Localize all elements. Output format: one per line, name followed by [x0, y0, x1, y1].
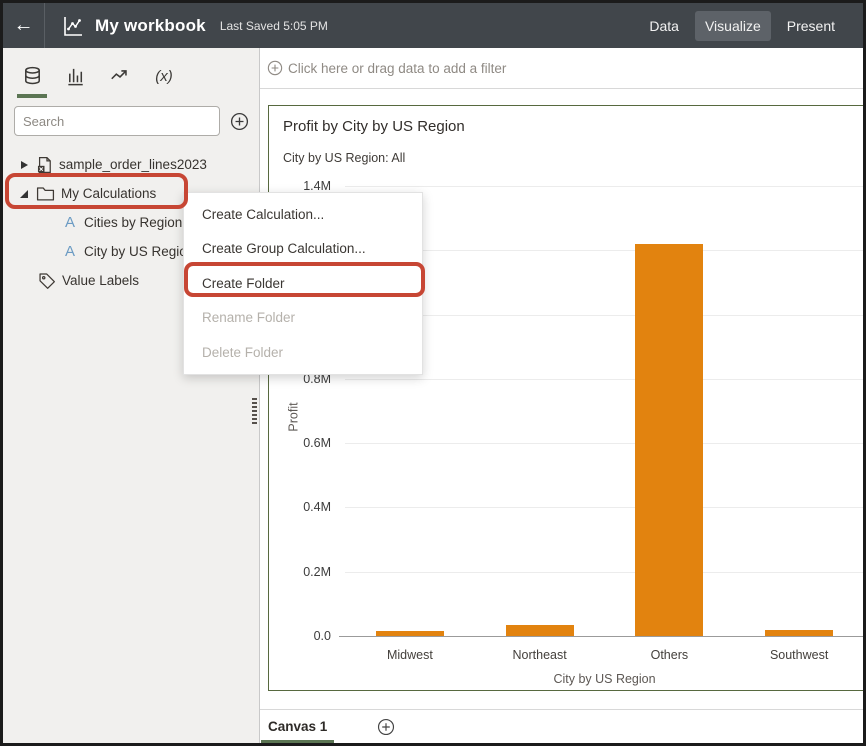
x-axis-tick-label: Midwest — [386, 648, 433, 662]
menu-create-calculation[interactable]: Create Calculation... — [184, 197, 422, 232]
gridline — [345, 443, 863, 445]
x-axis-tick-label: Southwest — [769, 648, 829, 662]
text-attribute-icon: A — [64, 243, 75, 260]
tree-item-label: My Calculations — [61, 186, 157, 201]
y-axis-tick-label: 1.4M — [303, 179, 331, 193]
tag-icon — [38, 272, 56, 290]
add-data-button[interactable] — [230, 112, 249, 131]
x-axis-tick-label: Others — [650, 648, 689, 662]
bar-others[interactable] — [635, 243, 704, 636]
last-saved-status: Last Saved 5:05 PM — [219, 18, 328, 33]
gridline — [345, 571, 863, 573]
plus-circle-icon — [377, 718, 395, 736]
canvas-bar: Canvas 1 — [260, 709, 863, 743]
menu-delete-folder: Delete Folder — [202, 344, 284, 360]
x-axis-title: City by US Region — [553, 672, 656, 686]
back-button[interactable]: ← — [3, 3, 45, 48]
canvas-tab-label: Canvas 1 — [268, 719, 328, 734]
y-axis-tick-label: 0.6M — [303, 436, 331, 451]
sidebar-tabs: (x) — [3, 48, 259, 100]
bar-southwest[interactable] — [765, 629, 834, 636]
function-icon: (x) — [155, 67, 173, 85]
sidebar: (x) Search sample_order_lines2023 My Cal… — [3, 48, 260, 743]
main-area: Click here or drag data to add a filter … — [260, 48, 863, 743]
add-filter-icon — [267, 60, 283, 76]
gridline — [345, 507, 863, 509]
bar-chart-icon — [65, 65, 88, 88]
header-nav: Data Visualize Present — [639, 10, 863, 41]
trend-icon — [109, 65, 131, 87]
filter-bar-text: Click here or drag data to add a filter — [288, 60, 507, 76]
tree-item-label: sample_order_lines2023 — [59, 157, 207, 172]
active-tab-underline — [261, 739, 335, 743]
add-canvas-button[interactable] — [377, 718, 395, 736]
tab-data-elements[interactable] — [17, 58, 47, 98]
tree-item-label: City by US Region — [84, 244, 195, 259]
app-window: ← My workbook Last Saved 5:05 PM Data Vi… — [0, 0, 866, 746]
caret-expanded-icon[interactable] — [18, 189, 30, 198]
bar-northeast[interactable] — [505, 624, 574, 636]
y-axis-tick-label: 0.2M — [303, 564, 331, 579]
tab-visualizations[interactable] — [61, 58, 91, 98]
y-axis-title: Profit — [286, 402, 301, 432]
workbook-title: My workbook — [95, 15, 206, 35]
tab-analytics[interactable] — [105, 58, 135, 98]
bar-midwest[interactable] — [375, 631, 444, 636]
gridline — [345, 378, 863, 380]
text-attribute-icon: A — [64, 214, 75, 231]
filter-bar[interactable]: Click here or drag data to add a filter — [260, 48, 863, 89]
canvas-tab-1[interactable]: Canvas 1 — [260, 710, 335, 743]
caret-right-icon[interactable] — [18, 160, 30, 169]
folder-icon — [36, 185, 55, 202]
dataset-icon — [36, 156, 53, 174]
context-menu: Create Calculation... Create Group Calcu… — [183, 192, 423, 375]
nav-data[interactable]: Data — [639, 11, 689, 41]
sidebar-resize-handle[interactable] — [252, 398, 257, 424]
search-input[interactable] — [14, 106, 220, 136]
tab-parameters[interactable]: (x) — [149, 58, 179, 98]
x-axis-tick-label: Northeast — [512, 648, 567, 662]
nav-present[interactable]: Present — [777, 11, 845, 41]
tree-item-dataset[interactable]: sample_order_lines2023 — [3, 150, 259, 179]
plus-circle-icon — [230, 112, 249, 131]
y-axis-tick-label: 0.0 — [313, 629, 331, 643]
database-icon — [21, 65, 44, 88]
tree-item-label: Value Labels — [62, 273, 140, 288]
tree-item-label: Cities by Region — [84, 215, 183, 230]
back-arrow-icon: ← — [13, 14, 34, 36]
header: ← My workbook Last Saved 5:05 PM Data Vi… — [3, 3, 863, 48]
x-axis-line — [339, 636, 863, 637]
menu-create-folder[interactable]: Create Folder — [184, 266, 422, 301]
menu-create-group-calculation[interactable]: Create Group Calculation... — [184, 232, 422, 267]
nav-visualize[interactable]: Visualize — [694, 10, 771, 41]
gridline — [345, 186, 863, 187]
workbook-chart-icon — [61, 14, 85, 38]
menu-rename-folder: Rename Folder — [202, 310, 296, 326]
y-axis-tick-label: 0.4M — [303, 500, 331, 515]
